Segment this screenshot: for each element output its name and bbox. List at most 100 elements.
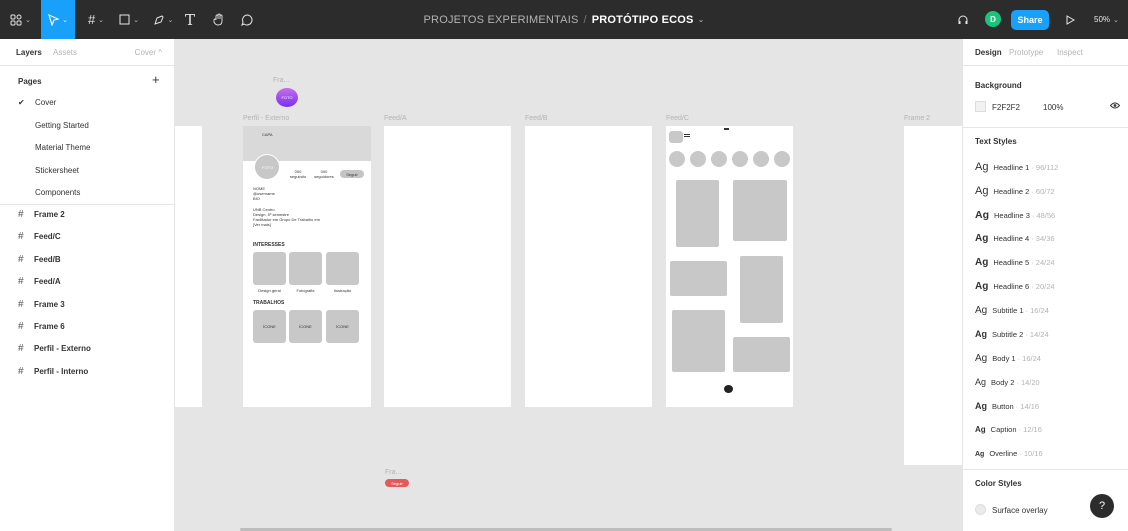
page-item-components[interactable]: Components: [35, 188, 80, 197]
background-swatch[interactable]: [975, 101, 986, 112]
text-style-item[interactable]: Ag Overline · 10/16: [975, 449, 1043, 458]
frame-label[interactable]: Fra...: [273, 77, 289, 84]
feed-post[interactable]: [740, 256, 783, 323]
zoom-menu[interactable]: 50% ⌄: [1094, 0, 1119, 39]
frame-label-feed-c[interactable]: Feed/C: [666, 115, 689, 122]
frame-label-feed-a[interactable]: Feed/A: [384, 115, 407, 122]
story-circle[interactable]: [690, 151, 706, 167]
tab-prototype[interactable]: Prototype: [1009, 48, 1043, 57]
page-selector[interactable]: Cover ^: [135, 48, 162, 57]
text-style-item[interactable]: Ag Button · 14/16: [975, 401, 1039, 411]
frame-2[interactable]: [904, 126, 962, 465]
interest-card[interactable]: [289, 252, 322, 285]
share-button[interactable]: Share: [1011, 10, 1049, 30]
background-opacity[interactable]: 100%: [1043, 103, 1063, 112]
frame-partial-left[interactable]: [175, 126, 202, 407]
text-tool-button[interactable]: T: [180, 0, 200, 39]
text-style-item[interactable]: Ag Body 1 · 16/24: [975, 353, 1041, 364]
layer-item[interactable]: # Frame 2: [0, 205, 175, 223]
text-style-item[interactable]: Ag Headline 6 · 20/24: [975, 281, 1055, 292]
tab-layers[interactable]: Layers: [16, 48, 42, 57]
color-style-name[interactable]: Surface overlay: [992, 506, 1048, 515]
layer-label: Feed/B: [34, 254, 61, 264]
text-style-item[interactable]: Ag Caption · 12/16: [975, 425, 1042, 434]
page-item-material-theme[interactable]: Material Theme: [35, 143, 90, 152]
text-style-item[interactable]: Ag Headline 2 · 60/72: [975, 185, 1055, 197]
feed-post[interactable]: [733, 337, 790, 372]
frame-feed-a[interactable]: [384, 126, 511, 407]
story-circle[interactable]: [732, 151, 748, 167]
interest-card[interactable]: [253, 252, 286, 285]
layer-item[interactable]: # Feed/C: [0, 227, 175, 245]
add-page-button[interactable]: +: [152, 72, 160, 87]
avatar[interactable]: D: [985, 11, 1001, 27]
feed-post[interactable]: [676, 180, 719, 247]
background-hex[interactable]: F2F2F2: [992, 103, 1020, 112]
follow-button[interactable]: Seguir: [340, 170, 364, 178]
frame-label[interactable]: Fra...: [385, 469, 401, 476]
move-tool-button[interactable]: ⌄: [41, 0, 75, 39]
tab-assets[interactable]: Assets: [53, 48, 77, 57]
shape-tool-button[interactable]: ⌄: [114, 0, 144, 39]
feed-post[interactable]: [672, 310, 725, 372]
tab-design[interactable]: Design: [975, 48, 1002, 57]
chevron-down-icon[interactable]: ⌄: [698, 15, 705, 24]
page-item-stickersheet[interactable]: Stickersheet: [35, 166, 79, 175]
story-circle[interactable]: [669, 151, 685, 167]
help-button[interactable]: ?: [1090, 494, 1114, 518]
present-button[interactable]: [1062, 0, 1078, 39]
frame-perfil-externo[interactable]: CAPA FOTO 000 seguindo 000 seguidores Se…: [243, 126, 371, 407]
menu-icon[interactable]: [684, 134, 690, 137]
text-style-item[interactable]: Ag Headline 5 · 24/24: [975, 257, 1055, 268]
story-circle[interactable]: [753, 151, 769, 167]
frame-label-frame-2[interactable]: Frame 2: [904, 115, 930, 122]
text-style-item[interactable]: Ag Subtitle 2 · 14/24: [975, 329, 1049, 339]
hand-tool-button[interactable]: [208, 0, 230, 39]
layer-item[interactable]: # Feed/A: [0, 272, 175, 290]
interest-card[interactable]: [326, 252, 359, 285]
comment-tool-button[interactable]: [236, 0, 258, 39]
frame-feed-b[interactable]: [525, 126, 652, 407]
layer-item[interactable]: # Perfil - Interno: [0, 362, 175, 380]
chat-bubble-icon[interactable]: [724, 385, 733, 393]
canvas[interactable]: Fra... FOTO Perfil - Externo CAPA FOTO 0…: [175, 39, 962, 531]
frame-label-perfil-externo[interactable]: Perfil - Externo: [243, 115, 289, 122]
text-style-item[interactable]: Ag Body 2 · 14/20: [975, 377, 1040, 387]
frame-feed-c[interactable]: [666, 126, 793, 407]
page-item-getting-started[interactable]: Getting Started: [35, 121, 89, 130]
layer-item[interactable]: # Feed/B: [0, 250, 175, 268]
layer-item[interactable]: # Perfil - Externo: [0, 339, 175, 357]
follow-badge[interactable]: Seguir: [385, 479, 409, 487]
text-style-item[interactable]: Ag Headline 3 · 48/56: [975, 209, 1055, 221]
text-style-item[interactable]: Ag Subtitle 1 · 16/24: [975, 305, 1049, 316]
page-item-cover[interactable]: Cover: [35, 98, 56, 107]
story-circle[interactable]: [711, 151, 727, 167]
main-menu-button[interactable]: ⌄: [0, 0, 41, 39]
feed-post[interactable]: [670, 261, 727, 296]
file-name[interactable]: PROTÓTIPO ECOS: [592, 14, 694, 26]
text-style-item[interactable]: Ag Headline 1 · 96/112: [975, 161, 1058, 173]
pen-tool-button[interactable]: ⌄: [148, 0, 178, 39]
right-panel-tabs: Design Prototype Inspect: [963, 39, 1128, 66]
foto-badge[interactable]: FOTO: [276, 88, 298, 107]
layer-item[interactable]: # Frame 6: [0, 317, 175, 335]
text-style-meta: · 24/24: [1031, 258, 1055, 267]
audio-button[interactable]: [955, 0, 971, 39]
headphones-icon: [958, 15, 968, 24]
eye-icon[interactable]: [1109, 101, 1121, 111]
text-style-meta: · 14/20: [1016, 378, 1040, 387]
text-style-item[interactable]: Ag Headline 4 · 34/36: [975, 233, 1055, 244]
frame-tool-button[interactable]: # ⌄: [81, 0, 111, 39]
feed-post[interactable]: [733, 180, 787, 241]
layer-item[interactable]: # Frame 3: [0, 295, 175, 313]
tab-inspect[interactable]: Inspect: [1057, 48, 1083, 57]
layer-label: Frame 3: [34, 299, 65, 309]
text-style-meta: · 16/24: [1025, 306, 1049, 315]
section-divider: [963, 469, 1128, 470]
frame-label-feed-b[interactable]: Feed/B: [525, 115, 548, 122]
story-circle[interactable]: [774, 151, 790, 167]
feed-logo-placeholder: [669, 131, 683, 143]
project-name[interactable]: PROJETOS EXPERIMENTAIS: [424, 14, 579, 26]
text-style-preview: Ag: [975, 451, 985, 458]
color-swatch[interactable]: [975, 504, 986, 515]
